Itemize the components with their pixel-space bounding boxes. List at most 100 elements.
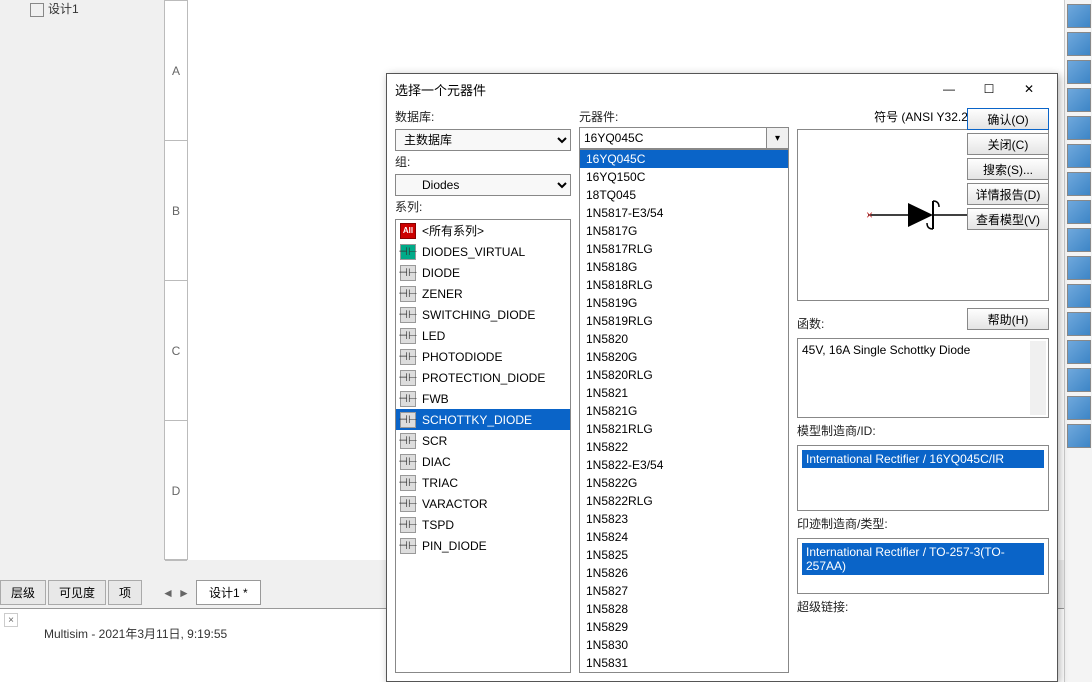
tool-btn[interactable] xyxy=(1067,340,1091,364)
component-item[interactable]: 1N5824 xyxy=(580,528,788,546)
component-item[interactable]: 1N5822-E3/54 xyxy=(580,456,788,474)
footprint-box[interactable]: International Rectifier / TO-257-3(TO-25… xyxy=(797,538,1049,594)
close-icon[interactable]: × xyxy=(4,613,18,627)
tab-hierarchy[interactable]: 层级 xyxy=(0,580,46,605)
tool-btn[interactable] xyxy=(1067,4,1091,28)
dialog-titlebar[interactable]: 选择一个元器件 — ☐ ✕ xyxy=(387,74,1057,104)
series-item[interactable]: ⊣⊢DIODE xyxy=(396,262,570,283)
component-item[interactable]: 1N5820G xyxy=(580,348,788,366)
component-item[interactable]: 1N5817-E3/54 xyxy=(580,204,788,222)
ok-button[interactable]: 确认(O) xyxy=(967,108,1049,130)
series-item-label: PHOTODIODE xyxy=(422,350,502,364)
model-mfg-value[interactable]: International Rectifier / 16YQ045C/IR xyxy=(802,450,1044,468)
component-item[interactable]: 1N5827 xyxy=(580,582,788,600)
tool-btn[interactable] xyxy=(1067,200,1091,224)
tool-btn[interactable] xyxy=(1067,396,1091,420)
series-item[interactable]: ⊣⊢LED xyxy=(396,325,570,346)
diode-icon: ⊣⊢ xyxy=(400,370,416,386)
component-item[interactable]: 1N5820RLG xyxy=(580,366,788,384)
component-item[interactable]: 1N5821G xyxy=(580,402,788,420)
doc-tab-prev[interactable]: ◄ xyxy=(160,583,176,603)
database-combo[interactable]: 主数据库 xyxy=(395,129,571,151)
component-item[interactable]: 1N5823 xyxy=(580,510,788,528)
component-item[interactable]: 1N5828 xyxy=(580,600,788,618)
series-item-label: LED xyxy=(422,329,445,343)
component-item[interactable]: 1N5819G xyxy=(580,294,788,312)
component-item[interactable]: 1N5818G xyxy=(580,258,788,276)
series-item-label: PIN_DIODE xyxy=(422,539,487,553)
function-box[interactable]: 45V, 16A Single Schottky Diode xyxy=(797,338,1049,418)
component-item[interactable]: 1N5821 xyxy=(580,384,788,402)
tool-btn[interactable] xyxy=(1067,284,1091,308)
component-item[interactable]: 1N5829 xyxy=(580,618,788,636)
series-item[interactable]: ⊣⊢SCR xyxy=(396,430,570,451)
tab-visibility[interactable]: 可见度 xyxy=(48,580,106,605)
tab-project[interactable]: 项 xyxy=(108,580,142,605)
component-item[interactable]: 1N5822RLG xyxy=(580,492,788,510)
tool-btn[interactable] xyxy=(1067,172,1091,196)
close-button[interactable]: ✕ xyxy=(1009,75,1049,103)
detail-report-button[interactable]: 详情报告(D) xyxy=(967,183,1049,205)
component-input[interactable] xyxy=(579,127,767,149)
tool-btn[interactable] xyxy=(1067,424,1091,448)
tool-btn[interactable] xyxy=(1067,88,1091,112)
diode-icon: ⊣⊢ xyxy=(400,412,416,428)
tool-btn[interactable] xyxy=(1067,32,1091,56)
maximize-button[interactable]: ☐ xyxy=(969,75,1009,103)
dialog-button-column: 确认(O) 关闭(C) 搜索(S)... 详情报告(D) 查看模型(V) 帮助(… xyxy=(967,108,1049,330)
component-item[interactable]: 1N5831 xyxy=(580,654,788,672)
tool-btn[interactable] xyxy=(1067,144,1091,168)
component-item[interactable]: 1N5821RLG xyxy=(580,420,788,438)
component-item[interactable]: 1N5817G xyxy=(580,222,788,240)
series-item[interactable]: ⊣⊢ZENER xyxy=(396,283,570,304)
group-combo[interactable]: Diodes xyxy=(395,174,571,196)
series-item[interactable]: ⊣⊢TRIAC xyxy=(396,472,570,493)
model-mfg-box[interactable]: International Rectifier / 16YQ045C/IR xyxy=(797,445,1049,511)
doc-tab-next[interactable]: ► xyxy=(176,583,192,603)
component-item[interactable]: 1N5826 xyxy=(580,564,788,582)
series-item[interactable]: ⊣⊢TSPD xyxy=(396,514,570,535)
series-item[interactable]: ⊣⊢PIN_DIODE xyxy=(396,535,570,556)
close-dialog-button[interactable]: 关闭(C) xyxy=(967,133,1049,155)
component-item[interactable]: 16YQ150C xyxy=(580,168,788,186)
filter-button[interactable]: ▾ xyxy=(767,127,789,149)
series-item[interactable]: ⊣⊢PHOTODIODE xyxy=(396,346,570,367)
series-item[interactable]: ⊣⊢FWB xyxy=(396,388,570,409)
series-item[interactable]: ⊣⊢DIODES_VIRTUAL xyxy=(396,241,570,262)
component-item[interactable]: 1N5819RLG xyxy=(580,312,788,330)
series-item-label: ZENER xyxy=(422,287,463,301)
component-item[interactable]: 1N5830 xyxy=(580,636,788,654)
series-item[interactable]: ⊣⊢VARACTOR xyxy=(396,493,570,514)
design-tree[interactable]: 设计1 xyxy=(30,0,79,17)
view-model-button[interactable]: 查看模型(V) xyxy=(967,208,1049,230)
component-item[interactable]: 1N5817RLG xyxy=(580,240,788,258)
series-list[interactable]: All<所有系列>⊣⊢DIODES_VIRTUAL⊣⊢DIODE⊣⊢ZENER⊣… xyxy=(395,219,571,673)
series-item[interactable]: ⊣⊢DIAC xyxy=(396,451,570,472)
component-item[interactable]: 16YQ045C xyxy=(580,150,788,168)
tool-btn[interactable] xyxy=(1067,60,1091,84)
series-item[interactable]: All<所有系列> xyxy=(396,220,570,241)
component-item[interactable]: 1N5822G xyxy=(580,474,788,492)
tool-btn[interactable] xyxy=(1067,312,1091,336)
component-item[interactable]: 1N5820 xyxy=(580,330,788,348)
tool-btn[interactable] xyxy=(1067,256,1091,280)
tool-btn[interactable] xyxy=(1067,228,1091,252)
component-item[interactable]: 1N5825 xyxy=(580,546,788,564)
series-item[interactable]: ⊣⊢PROTECTION_DIODE xyxy=(396,367,570,388)
component-item[interactable]: 1N5822 xyxy=(580,438,788,456)
series-item-label: VARACTOR xyxy=(422,497,488,511)
doc-tab-design1[interactable]: 设计1 * xyxy=(196,580,261,605)
tool-btn[interactable] xyxy=(1067,368,1091,392)
scrollbar[interactable] xyxy=(1030,341,1046,415)
search-button[interactable]: 搜索(S)... xyxy=(967,158,1049,180)
component-item[interactable]: 1N5818RLG xyxy=(580,276,788,294)
component-item[interactable]: 18TQ045 xyxy=(580,186,788,204)
footprint-value[interactable]: International Rectifier / TO-257-3(TO-25… xyxy=(802,543,1044,575)
select-component-dialog: 选择一个元器件 — ☐ ✕ 数据库: 主数据库 组: Diodes 系列: Al… xyxy=(386,73,1058,682)
series-item[interactable]: ⊣⊢SCHOTTKY_DIODE xyxy=(396,409,570,430)
component-list[interactable]: 16YQ045C16YQ150C18TQ0451N5817-E3/541N581… xyxy=(579,149,789,673)
series-item[interactable]: ⊣⊢SWITCHING_DIODE xyxy=(396,304,570,325)
help-button[interactable]: 帮助(H) xyxy=(967,308,1049,330)
minimize-button[interactable]: — xyxy=(929,75,969,103)
tool-btn[interactable] xyxy=(1067,116,1091,140)
